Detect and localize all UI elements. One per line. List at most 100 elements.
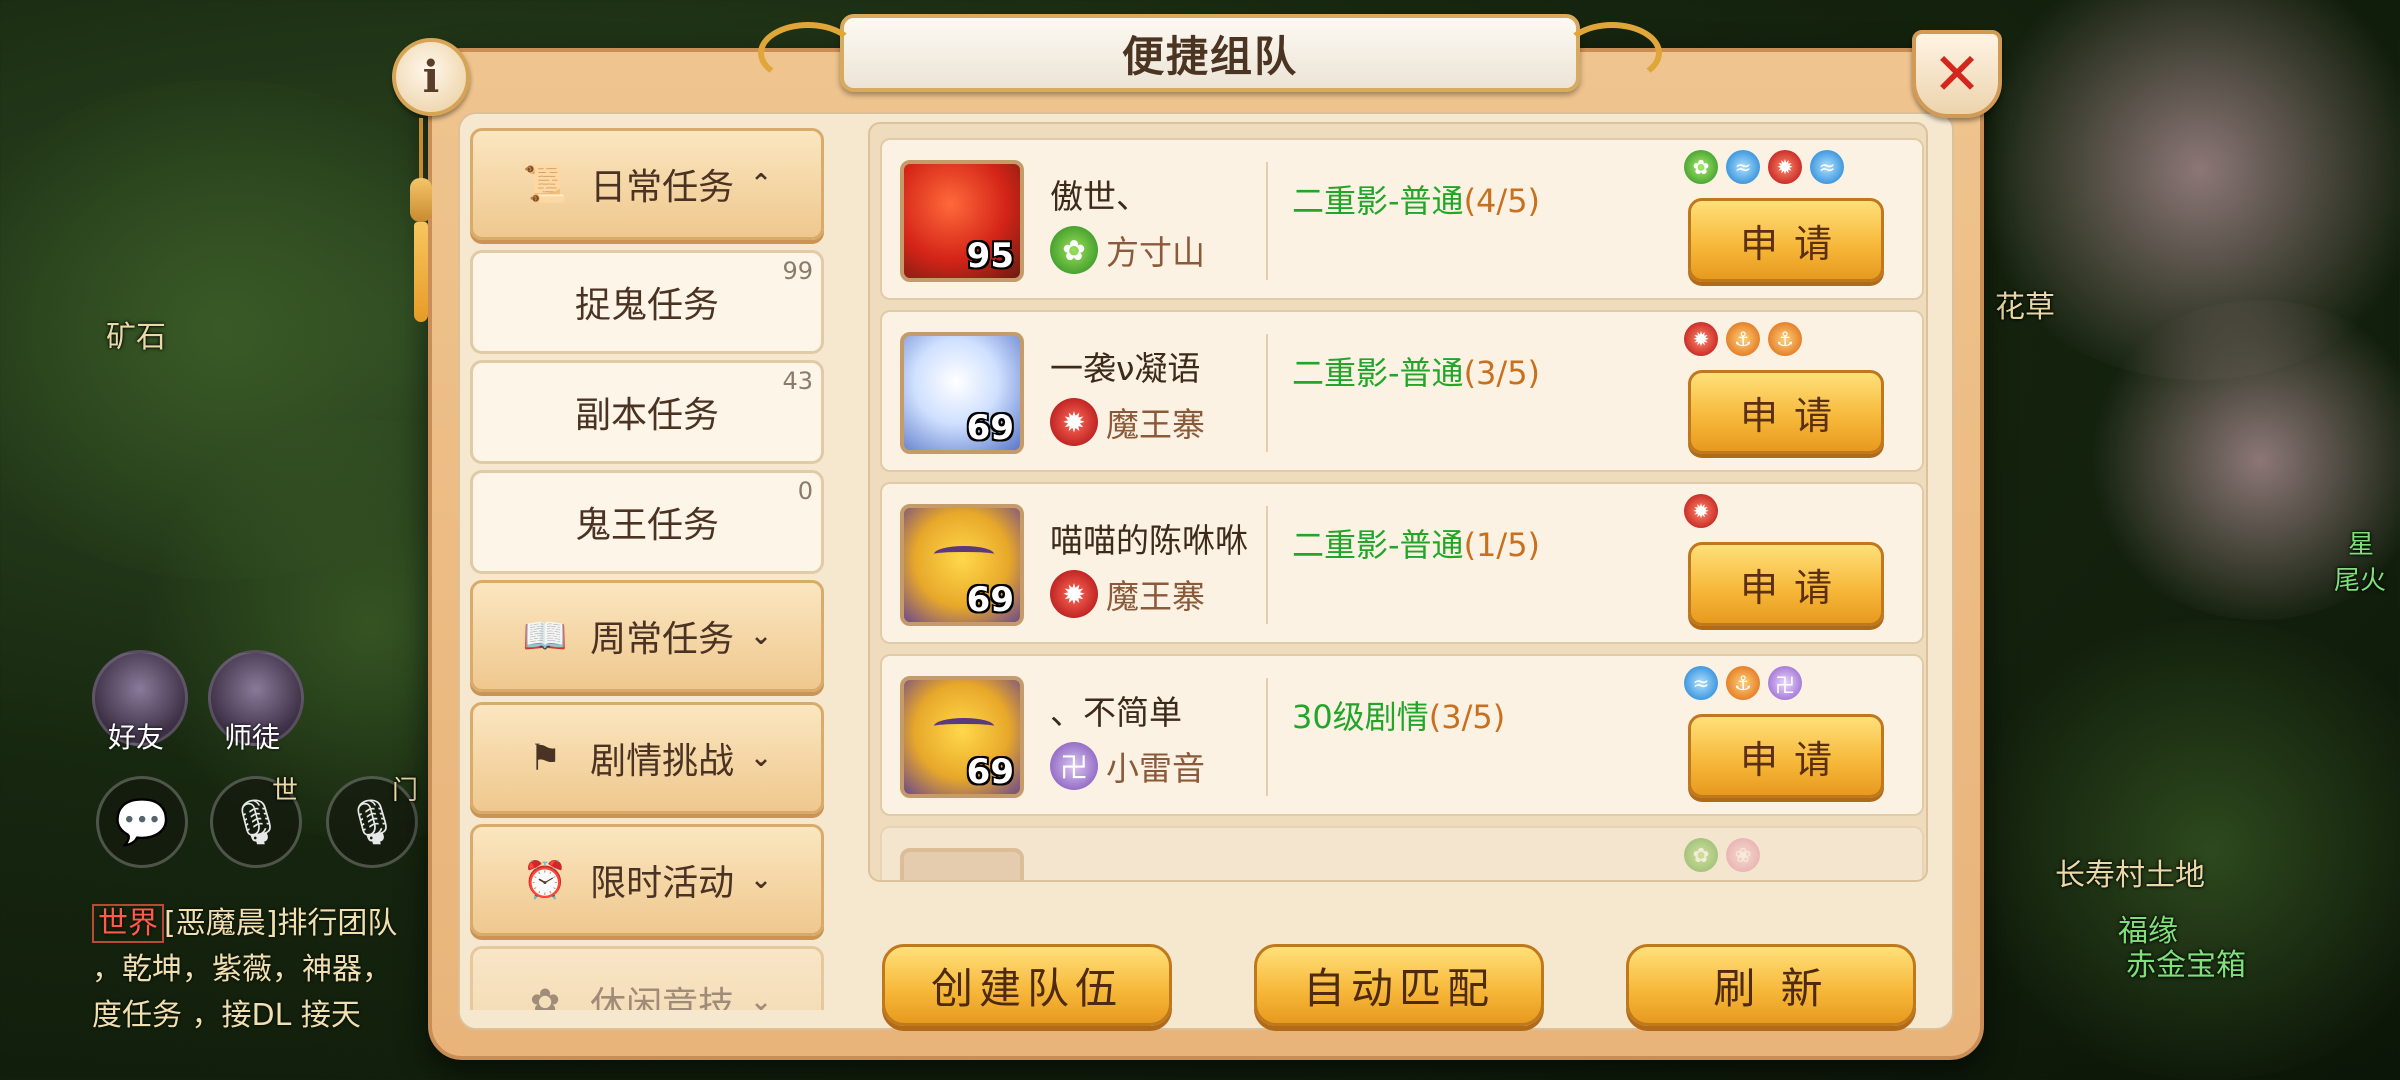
class-icon-blue: ≈: [1810, 150, 1844, 184]
chat-line-1[interactable]: 世界 [恶魔晨]排行团队: [92, 898, 397, 943]
sidebar-item-count: 0: [797, 477, 813, 505]
sidebar-item-ghost-hunt[interactable]: 捉鬼任务 99: [470, 250, 824, 354]
leader-sect: ✿ 方寸山: [1050, 226, 1205, 274]
team-activity: 30级剧情(3/5): [1292, 698, 1506, 736]
apply-button[interactable]: 申请: [1688, 714, 1884, 798]
class-icon-red: ✹: [1684, 494, 1718, 528]
title-ornament-right: [1562, 22, 1662, 84]
npc-label-star: 星: [2348, 530, 2375, 560]
scroll-icon: 📜: [522, 164, 568, 205]
sect-name: 方寸山: [1106, 233, 1205, 272]
flag-icon: ⚑: [528, 737, 562, 779]
sidebar-item-dungeon[interactable]: 副本任务 43: [470, 360, 824, 464]
page-title: 便捷组队: [1121, 31, 1298, 81]
sidebar-category-daily[interactable]: 📜 日常任务 ⌃: [470, 128, 824, 240]
leader-sect: ✹ 魔王寨: [1050, 398, 1205, 446]
sidebar-item-label: 捉鬼任务: [574, 285, 719, 326]
sidebar-item-label: 鬼王任务: [574, 505, 719, 546]
sidebar-item-ghost-king[interactable]: 鬼王任务 0: [470, 470, 824, 574]
team-member-count: (1/5): [1463, 526, 1541, 564]
apply-button[interactable]: 申请: [1688, 198, 1884, 282]
leader-name: 傲世、: [1050, 177, 1149, 216]
apply-button[interactable]: 申请: [1688, 370, 1884, 454]
chevron-down-icon: ⌄: [750, 987, 772, 1010]
leader-avatar[interactable]: 69: [900, 332, 1024, 454]
class-icon-blue: ≈: [1726, 150, 1760, 184]
team-row: 69 、不简单 卍 小雷音 30级剧情(3/5) ≈ ⚓ 卍 申请: [880, 654, 1924, 816]
leader-avatar[interactable]: 69: [900, 676, 1024, 798]
sect-name: 魔王寨: [1106, 577, 1205, 616]
apply-button[interactable]: 申请: [1688, 542, 1884, 626]
class-icon-red: ✹: [1768, 150, 1802, 184]
team-member-count: (3/5): [1428, 698, 1506, 736]
member-class-icons: ≈ ⚓ 卍: [1684, 666, 1802, 700]
team-row: ✿ ❀: [880, 826, 1924, 880]
sidebar-item-label: 休闲竞技: [590, 985, 735, 1010]
team-row: 95 傲世、 ✿ 方寸山 二重影-普通(4/5) ✿ ≈ ✹ ≈ 申请: [880, 138, 1924, 300]
leader-name: 喵喵的陈咻咻: [1050, 521, 1248, 560]
row-divider: [1266, 678, 1268, 796]
sidebar-item-count: 43: [782, 367, 813, 395]
sidebar-category-casual[interactable]: ✿ 休闲竞技 ⌄: [470, 946, 824, 1010]
chevron-down-icon: ⌄: [750, 743, 772, 773]
leader-level: 95: [966, 236, 1014, 276]
sidebar-category-story[interactable]: ⚑ 剧情挑战 ⌄: [470, 702, 824, 814]
chat-channel-tag: 世界: [92, 904, 164, 943]
class-icon-red: ✹: [1684, 322, 1718, 356]
alarm-clock-icon: ⏰: [522, 860, 568, 901]
team-member-count: (3/5): [1463, 354, 1541, 392]
class-icon-green: ✿: [1684, 150, 1718, 184]
leader-avatar[interactable]: 95: [900, 160, 1024, 282]
chevron-up-icon: ⌃: [750, 169, 772, 199]
sidebar-category-weekly[interactable]: 📖 周常任务 ⌄: [470, 580, 824, 692]
leader-name: 一袭ν凝语: [1050, 349, 1201, 388]
leader-sect: ✹ 魔王寨: [1050, 570, 1205, 618]
team-member-count: (4/5): [1463, 182, 1541, 220]
auto-match-button[interactable]: 自动匹配: [1254, 944, 1544, 1026]
friends-label: 好友: [108, 721, 165, 754]
leiyin-sect-icon: 卍: [1050, 742, 1098, 790]
npc-label-gold-chest: 赤金宝箱: [2126, 948, 2246, 983]
sidebar-category-limited[interactable]: ⏰ 限时活动 ⌄: [470, 824, 824, 936]
leader-level: 69: [966, 408, 1014, 448]
npc-label-land-god: 长寿村土地: [2055, 858, 2205, 893]
create-team-button[interactable]: 创建队伍: [882, 944, 1172, 1026]
chat-line-3[interactable]: 度任务 ，接DL 接天: [92, 990, 361, 1034]
title-ornament-left: [758, 22, 858, 84]
close-button[interactable]: ✕: [1912, 30, 2002, 118]
class-icon-pink: ❀: [1726, 838, 1760, 872]
team-activity: 二重影-普通(3/5): [1292, 354, 1541, 392]
sect-name: 魔王寨: [1106, 405, 1205, 444]
row-divider: [1266, 334, 1268, 452]
member-class-icons: ✹: [1684, 494, 1718, 528]
leader-avatar[interactable]: [900, 848, 1024, 880]
member-class-icons: ✹ ⚓ ⚓: [1684, 322, 1802, 356]
sidebar-item-label: 副本任务: [574, 395, 719, 436]
member-class-icons: ✿ ≈ ✹ ≈: [1684, 150, 1844, 184]
row-divider: [1266, 162, 1268, 280]
team-activity: 二重影-普通(4/5): [1292, 182, 1541, 220]
fangcun-sect-icon: ✿: [1050, 226, 1098, 274]
class-icon-blue: ≈: [1684, 666, 1718, 700]
leader-level: 69: [966, 580, 1014, 620]
sidebar-item-label: 限时活动: [590, 863, 735, 904]
class-icon-green: ✿: [1684, 838, 1718, 872]
team-row: 69 喵喵的陈咻咻 ✹ 魔王寨 二重影-普通(1/5) ✹ 申请: [880, 482, 1924, 644]
chevron-down-icon: ⌄: [750, 621, 772, 651]
panel-title-plate: 便捷组队: [758, 14, 1662, 92]
chat-line-2[interactable]: ，乾坤，紫薇，神器，: [92, 944, 392, 988]
sidebar-item-label: 剧情挑战: [590, 741, 735, 782]
mentor-label: 师徒: [224, 721, 281, 754]
sidebar-item-label: 周常任务: [590, 619, 735, 660]
team-list[interactable]: 95 傲世、 ✿ 方寸山 二重影-普通(4/5) ✿ ≈ ✹ ≈ 申请 69 一…: [868, 122, 1928, 882]
info-button[interactable]: i: [392, 38, 470, 116]
sect-channel-label: 门: [392, 776, 419, 806]
leader-name: 、不简单: [1050, 693, 1182, 732]
refresh-button[interactable]: 刷 新: [1626, 944, 1916, 1026]
chevron-down-icon: ⌄: [750, 865, 772, 895]
chat-bubble-icon[interactable]: 💬: [96, 776, 188, 868]
leader-avatar[interactable]: 69: [900, 504, 1024, 626]
ore-node-label: 矿石: [106, 320, 166, 355]
member-class-icons: ✿ ❀: [1684, 838, 1760, 872]
task-category-sidebar: 📜 日常任务 ⌃ 捉鬼任务 99 副本任务 43 鬼王任务 0 📖 周常任务 ⌄…: [470, 120, 830, 1010]
